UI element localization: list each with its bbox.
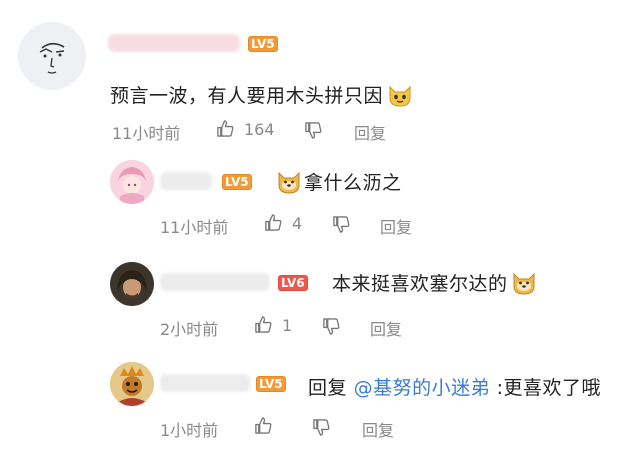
dog-face-emoji-icon [278, 171, 300, 194]
avatar[interactable] [110, 262, 154, 306]
reply-button[interactable]: 回复 [380, 214, 412, 238]
comment-time: 11小时前 [112, 124, 181, 143]
comment-text: :更喜欢了哦 [496, 377, 602, 399]
thumbs-up-icon[interactable] [254, 315, 273, 334]
avatar[interactable] [110, 362, 154, 406]
golden-figure-avatar-icon [110, 362, 154, 406]
sketch-face-icon [18, 22, 86, 90]
username-redacted[interactable] [160, 374, 250, 392]
avatar[interactable] [18, 22, 86, 90]
man-portrait-avatar-icon [110, 262, 154, 306]
dog-face-emoji-icon [513, 272, 535, 295]
comment-time: 11小时前 [160, 218, 229, 237]
reply-prefix: 回复 [308, 377, 348, 399]
thumbs-up-icon[interactable] [254, 416, 273, 435]
thumbs-down-icon[interactable] [322, 317, 341, 336]
comment-text: 拿什么沥之 [304, 172, 402, 194]
avatar[interactable] [110, 160, 154, 204]
cat-face-emoji-icon [389, 85, 411, 107]
comment-time: 1小时前 [160, 421, 219, 440]
comment-text-row: 预言一波，有人要用木头拼只因 [110, 81, 413, 108]
level-badge: LV6 [278, 275, 308, 291]
comment-text-row: 回复 @基努的小迷弟 :更喜欢了哦 [308, 373, 601, 400]
comment-text-row: 本来挺喜欢塞尔达的 [332, 269, 537, 296]
level-badge: LV5 [256, 376, 286, 392]
thumbs-up-icon[interactable] [264, 213, 283, 232]
level-badge: LV5 [248, 36, 278, 52]
comment-text: 预言一波，有人要用木头拼只因 [110, 85, 384, 107]
level-badge: LV5 [222, 174, 252, 190]
user-mention-link[interactable]: @基努的小迷弟 [354, 377, 491, 399]
thumbs-down-icon[interactable] [312, 418, 331, 437]
comment-text-row: 拿什么沥之 [276, 168, 402, 195]
thumbs-down-icon[interactable] [304, 121, 323, 140]
like-count: 4 [292, 214, 303, 233]
thumbs-down-icon[interactable] [332, 215, 351, 234]
reply-button[interactable]: 回复 [362, 417, 394, 441]
reply-button[interactable]: 回复 [354, 120, 386, 144]
username-redacted[interactable] [160, 172, 212, 190]
username-redacted[interactable] [160, 273, 270, 291]
thumbs-up-icon[interactable] [216, 119, 235, 138]
comment-time: 2小时前 [160, 320, 219, 339]
username-redacted[interactable] [108, 34, 240, 52]
reply-button[interactable]: 回复 [370, 316, 402, 340]
like-count: 164 [244, 120, 275, 139]
anime-girl-avatar-icon [110, 160, 154, 204]
comment-text: 本来挺喜欢塞尔达的 [332, 273, 508, 295]
like-count: 1 [282, 316, 293, 335]
